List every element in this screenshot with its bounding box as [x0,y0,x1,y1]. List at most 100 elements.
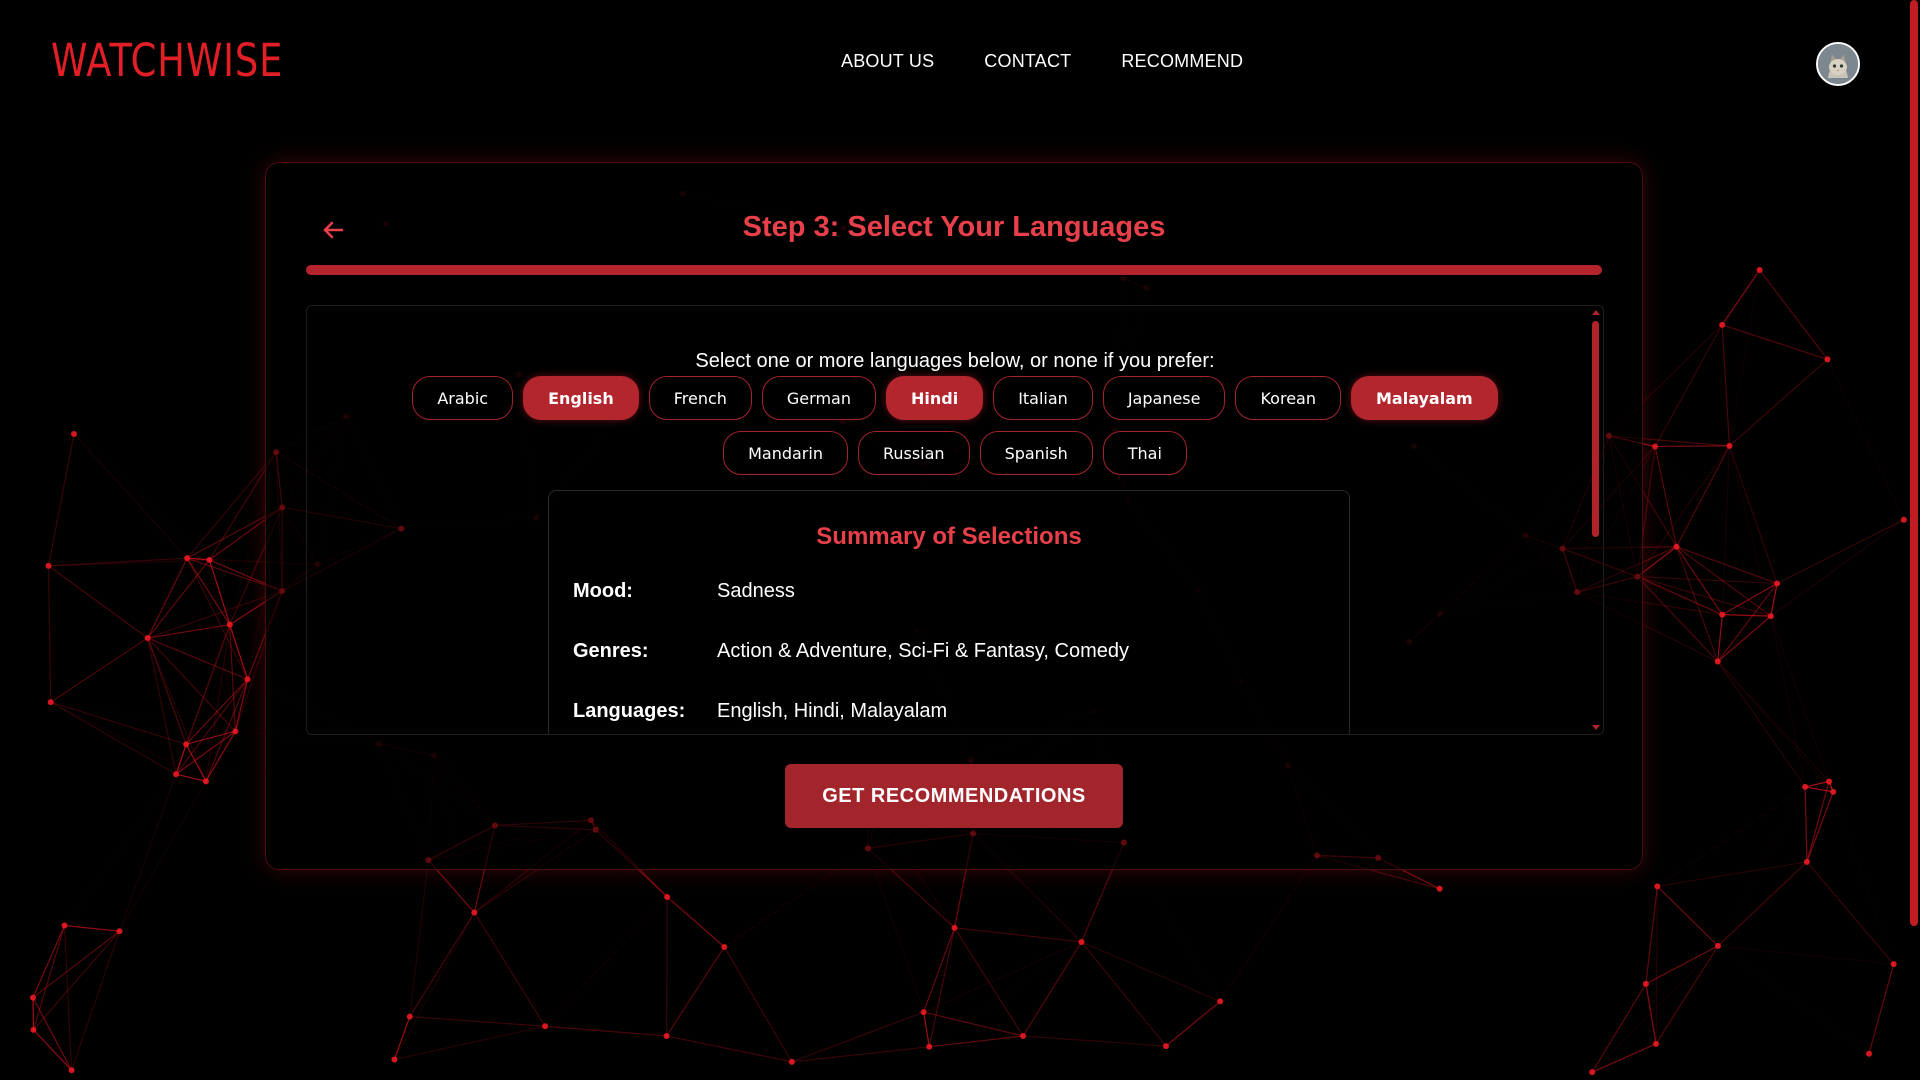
network-line [1675,445,1730,547]
selection-summary: Summary of Selections Mood: Sadness Genr… [548,490,1350,734]
network-node [788,1058,795,1065]
nav-links: ABOUT US CONTACT RECOMMEND [841,51,1243,72]
network-line [175,773,207,782]
progress-bar-fill [306,265,1602,275]
network-line [1804,786,1808,862]
nav-contact[interactable]: CONTACT [984,51,1071,72]
network-line [1826,359,1905,520]
language-chip-english[interactable]: English [523,376,639,420]
language-chip-mandarin[interactable]: Mandarin [723,431,848,475]
user-avatar-icon[interactable] [1816,42,1860,86]
top-navbar: WATCHWISE ABOUT US CONTACT RECOMMEND [0,0,1900,122]
language-chip-malayalam[interactable]: Malayalam [1350,376,1498,420]
language-chip-german[interactable]: German [761,376,876,420]
network-line [32,925,66,998]
progress-bar [306,265,1602,275]
network-node [471,909,478,916]
network-node [1078,938,1085,945]
network-line [867,848,925,1013]
summary-key: Languages: [573,700,686,722]
network-line [409,912,475,1017]
network-line [1717,786,1806,947]
network-node [206,556,213,563]
language-chip-hindi[interactable]: Hindi [885,376,984,420]
network-line [1832,791,1895,965]
watchwise-logo[interactable]: WATCHWISE [51,34,283,87]
network-line [1770,519,1905,617]
network-line [48,565,149,639]
network-line [186,558,187,744]
page-scrollbar[interactable] [1910,0,1918,926]
network-line [1165,1000,1221,1047]
network-node [30,1026,37,1033]
network-line [545,1025,667,1037]
network-line [1868,963,1895,1054]
wizard-card: Step 3: Select Your Languages Select one… [265,162,1643,870]
network-node [1653,1040,1660,1047]
language-selection-panel[interactable]: Select one or more languages below, or n… [306,305,1604,735]
network-line [50,637,149,703]
language-chip-thai[interactable]: Thai [1102,431,1187,475]
network-line [1654,324,1723,447]
network-line [63,925,73,1071]
network-line [1655,945,1719,1045]
network-line [1645,886,1658,984]
network-line [1654,446,1678,547]
network-line [74,434,209,560]
language-chip-list: Arabic English French German Hindi Itali… [355,376,1555,475]
network-line [929,942,1081,1047]
network-line [1717,661,1830,782]
network-line [1591,983,1647,1073]
network-line [1591,1043,1657,1073]
get-recommendations-button[interactable]: GET RECOMMENDATIONS [785,764,1123,828]
network-line [47,433,75,567]
network-node [1767,613,1774,620]
network-node [68,1067,75,1074]
network-line [205,731,236,782]
network-line [1656,786,1806,887]
language-chip-korean[interactable]: Korean [1235,376,1341,420]
language-chip-russian[interactable]: Russian [857,431,970,475]
network-line [665,896,668,1036]
network-node [1826,778,1833,785]
network-line [1655,445,1730,448]
language-chip-arabic[interactable]: Arabic [412,376,514,420]
network-node [1890,961,1897,968]
network-node [45,562,52,569]
network-node [144,635,151,642]
network-line [1717,945,1894,965]
network-line [33,1029,72,1071]
network-line [1806,781,1830,863]
panel-scroll-up-icon[interactable] [1592,310,1600,315]
network-line [1728,445,1778,584]
network-line [1721,324,1731,446]
summary-value: English, Hindi, Malayalam [717,700,948,722]
cat-avatar-icon [1818,44,1858,84]
language-chip-italian[interactable]: Italian [993,376,1093,420]
network-node [1642,980,1649,987]
network-line [1081,941,1167,1047]
network-line [118,781,207,932]
network-node [663,1032,670,1039]
network-line [1776,519,1905,584]
network-line [1676,546,1778,585]
network-line [1806,791,1834,863]
language-chip-japanese[interactable]: Japanese [1102,376,1226,420]
network-node [1719,321,1726,328]
network-line [118,774,177,932]
network-node [226,621,233,628]
network-line [1591,945,1719,1073]
network-line [1729,446,1903,520]
summary-value: Sadness [717,580,795,602]
summary-key: Genres: [573,640,649,662]
nav-about-us[interactable]: ABOUT US [841,51,934,72]
language-chip-spanish[interactable]: Spanish [979,431,1093,475]
panel-scroll-down-icon[interactable] [1592,725,1600,730]
network-node [391,1056,398,1063]
summary-value: Action & Adventure, Sci-Fi & Fantasy, Co… [717,640,1130,662]
network-node [920,1009,927,1016]
language-chip-french[interactable]: French [648,376,752,420]
network-node [542,1023,549,1030]
network-node [29,994,36,1001]
nav-recommend[interactable]: RECOMMEND [1121,51,1243,72]
